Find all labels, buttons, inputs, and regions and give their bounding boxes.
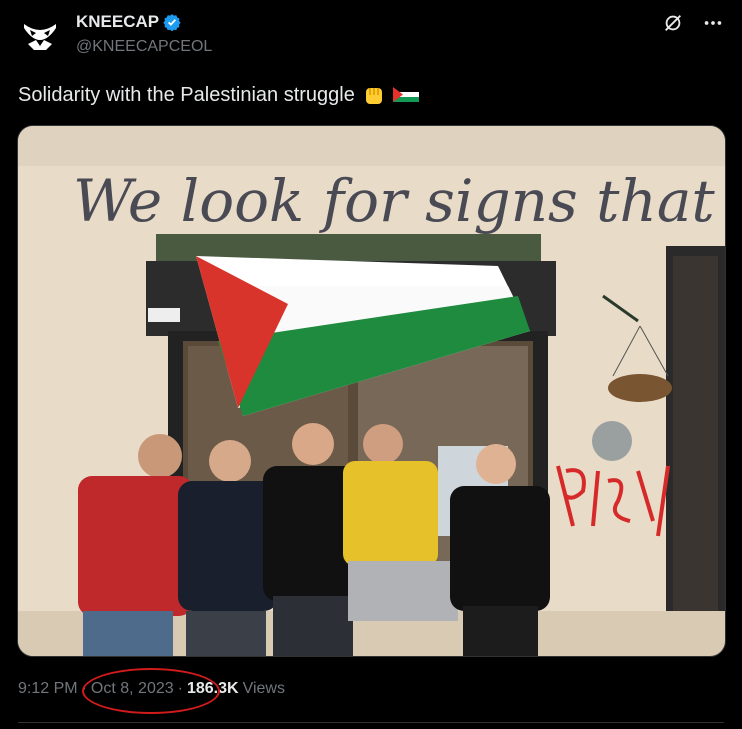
tweet-time[interactable]: 9:12 PM [18,680,78,698]
grok-icon[interactable] [662,12,684,34]
divider [18,722,724,723]
user-handle[interactable]: @KNEECAPCEOL [76,38,212,56]
verified-badge-icon [163,14,181,31]
raised-fist-emoji-icon [365,88,382,104]
kneecap-logo-icon [18,10,62,54]
display-name[interactable]: KNEECAP [76,12,159,32]
wall-writing: We look for signs that [73,167,715,235]
date-highlight-annotation [82,668,220,714]
tweet-text: Solidarity with the Palestinian struggle [18,82,419,108]
views-label: Views [242,680,285,697]
tweet-photo[interactable]: We look for signs that [17,125,726,657]
name-row: KNEECAP [76,12,181,32]
photo-image: We look for signs that [18,126,725,656]
palestine-flag-emoji-icon [392,87,419,102]
avatar[interactable] [18,10,62,54]
tweet-text-content: Solidarity with the Palestinian struggle [18,83,355,106]
tweet-actions-top [662,12,724,34]
people-group [78,423,550,656]
more-options-icon[interactable] [702,12,724,34]
